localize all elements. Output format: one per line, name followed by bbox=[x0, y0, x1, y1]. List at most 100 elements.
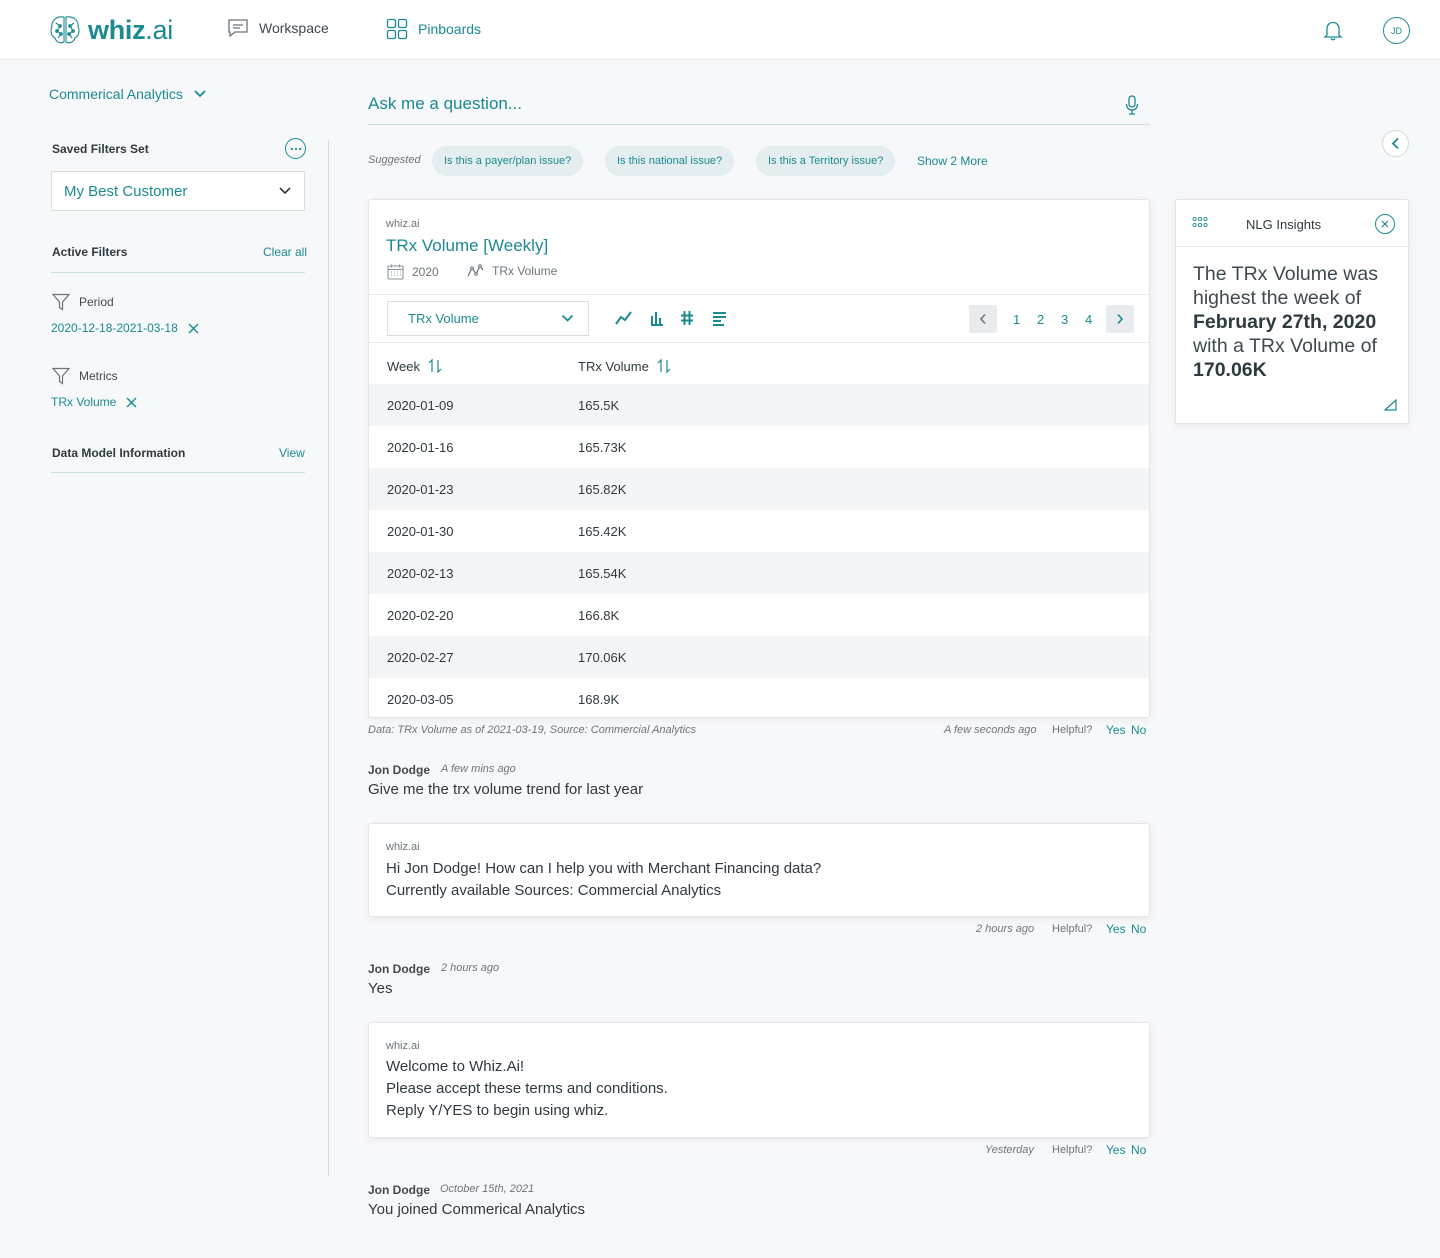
next-page-button[interactable] bbox=[1106, 305, 1134, 333]
text-list-icon[interactable] bbox=[712, 310, 727, 326]
show-more-link[interactable]: Show 2 More bbox=[917, 154, 988, 168]
helpful-yes-button[interactable]: Yes bbox=[1106, 1143, 1126, 1157]
remove-filter-button[interactable] bbox=[188, 323, 199, 334]
cell-week: 2020-03-05 bbox=[387, 691, 454, 707]
close-panel-button[interactable] bbox=[1375, 214, 1395, 234]
cell-trx-volume: 165.5K bbox=[578, 397, 620, 413]
logo-suffix: .ai bbox=[145, 14, 173, 45]
helpful-yes-button[interactable]: Yes bbox=[1106, 922, 1126, 936]
table-row: 2020-01-30 165.42K bbox=[369, 510, 1149, 552]
logo-text: whiz.ai bbox=[88, 15, 173, 46]
filter-metrics-chip: TRx Volume bbox=[51, 395, 137, 409]
table-row: 2020-02-13 165.54K bbox=[369, 552, 1149, 594]
filter-period-chip: 2020-12-18-2021-03-18 bbox=[51, 321, 199, 335]
helpful-no-button[interactable]: No bbox=[1131, 922, 1146, 936]
cell-trx-volume: 166.8K bbox=[578, 607, 620, 623]
helpful-no-button[interactable]: No bbox=[1131, 723, 1146, 737]
data-footnote: Data: TRx Volume as of 2021-03-19, Sourc… bbox=[368, 724, 697, 736]
data-model-view-link[interactable]: View bbox=[279, 446, 305, 460]
filter-period-label: Period bbox=[79, 295, 114, 309]
system-message: You joined Commerical Analytics bbox=[368, 1201, 586, 1218]
cell-week: 2020-01-23 bbox=[387, 481, 454, 497]
logo[interactable]: whiz.ai bbox=[48, 14, 173, 46]
nav-workspace-label: Workspace bbox=[259, 20, 329, 36]
bot-source: whiz.ai bbox=[386, 1040, 420, 1052]
remove-filter-button[interactable] bbox=[126, 397, 137, 408]
bot-message-card: whiz.ai Hi Jon Dodge! How can I help you… bbox=[368, 823, 1150, 917]
cell-trx-volume: 165.82K bbox=[578, 481, 627, 497]
column-header-trx-volume[interactable]: TRx Volume bbox=[578, 358, 671, 374]
more-options-button[interactable] bbox=[285, 138, 306, 159]
table-row: 2020-01-16 165.73K bbox=[369, 426, 1149, 468]
page-3[interactable]: 3 bbox=[1061, 312, 1068, 327]
nlg-insight-text: The TRx Volume was highest the week of F… bbox=[1193, 262, 1398, 382]
data-model-label: Data Model Information bbox=[52, 446, 186, 460]
page-2[interactable]: 2 bbox=[1037, 312, 1044, 327]
ellipsis-icon bbox=[290, 147, 301, 150]
user-message: Give me the trx volume trend for last ye… bbox=[368, 781, 644, 798]
grid-icon bbox=[386, 18, 408, 40]
nlg-highlight-value: 170.06K bbox=[1193, 359, 1267, 381]
message-time: 2 hours ago bbox=[441, 962, 500, 974]
nlg-title: NLG Insights bbox=[1246, 217, 1322, 232]
cell-trx-volume: 165.73K bbox=[578, 439, 627, 455]
result-title[interactable]: TRx Volume [Weekly] bbox=[386, 236, 548, 256]
bar-chart-icon[interactable] bbox=[650, 310, 664, 326]
close-icon bbox=[1381, 220, 1389, 228]
cell-week: 2020-01-16 bbox=[387, 439, 454, 455]
nlg-header: NLG Insights bbox=[1176, 200, 1410, 247]
divider bbox=[369, 294, 1149, 295]
previous-page-button[interactable] bbox=[969, 305, 997, 333]
result-year-label: 2020 bbox=[412, 265, 439, 279]
funnel-icon bbox=[52, 293, 70, 311]
user-message: Yes bbox=[368, 980, 393, 997]
suggestion-chip[interactable]: Is this a Territory issue? bbox=[756, 146, 896, 176]
table-row: 2020-02-20 166.8K bbox=[369, 594, 1149, 636]
calendar-icon bbox=[387, 264, 404, 280]
suggestion-chip[interactable]: Is this a payer/plan issue? bbox=[432, 146, 584, 176]
avatar[interactable]: JD bbox=[1383, 17, 1410, 44]
filter-metrics-label: Metrics bbox=[79, 369, 118, 383]
helpful-label: Helpful? bbox=[1052, 1144, 1093, 1156]
microphone-icon[interactable] bbox=[1125, 95, 1139, 115]
nav-pinboards[interactable]: Pinboards bbox=[386, 18, 481, 40]
line-chart-icon[interactable] bbox=[615, 310, 633, 326]
resize-corner-icon[interactable] bbox=[1384, 399, 1397, 411]
result-source: whiz.ai bbox=[386, 218, 420, 230]
metric-select[interactable]: TRx Volume bbox=[387, 301, 589, 336]
timestamp: Yesterday bbox=[985, 1144, 1034, 1156]
pivot-table-icon[interactable] bbox=[680, 310, 694, 326]
nav-workspace[interactable]: Workspace bbox=[227, 18, 329, 38]
chevron-down-icon bbox=[194, 90, 206, 98]
suggested-label: Suggested bbox=[368, 154, 421, 166]
helpful-yes-button[interactable]: Yes bbox=[1106, 723, 1126, 737]
question-input[interactable] bbox=[368, 86, 1108, 122]
result-metric: TRx Volume bbox=[467, 264, 557, 278]
helpful-label: Helpful? bbox=[1052, 923, 1093, 935]
data-source-select[interactable]: Commerical Analytics bbox=[49, 86, 207, 102]
filter-period-title: Period bbox=[52, 293, 114, 311]
column-header-week[interactable]: Week bbox=[387, 358, 442, 374]
result-year: 2020 bbox=[387, 264, 439, 280]
logo-word: whiz bbox=[88, 14, 146, 45]
result-metric-label: TRx Volume bbox=[492, 264, 558, 278]
chevron-right-icon bbox=[1117, 313, 1124, 325]
suggestion-chip[interactable]: Is this national issue? bbox=[605, 146, 735, 176]
cell-week: 2020-02-20 bbox=[387, 607, 454, 623]
bot-message-line: Welcome to Whiz.Ai! bbox=[386, 1058, 525, 1075]
cell-week: 2020-02-27 bbox=[387, 649, 454, 665]
table-row: 2020-01-09 165.5K bbox=[369, 384, 1149, 426]
saved-filter-dropdown[interactable]: My Best Customer bbox=[51, 171, 305, 211]
collapse-panel-button[interactable] bbox=[1382, 130, 1409, 157]
message-author: Jon Dodge bbox=[368, 1183, 430, 1197]
helpful-no-button[interactable]: No bbox=[1131, 1143, 1146, 1157]
page-4[interactable]: 4 bbox=[1085, 312, 1092, 327]
bell-icon[interactable] bbox=[1322, 19, 1344, 41]
message-author: Jon Dodge bbox=[368, 962, 430, 976]
page-1[interactable]: 1 bbox=[1013, 312, 1020, 327]
clear-all-button[interactable]: Clear all bbox=[263, 245, 307, 259]
message-author: Jon Dodge bbox=[368, 763, 430, 777]
data-table: 2020-01-09 165.5K 2020-01-16 165.73K 2020-… bbox=[369, 384, 1149, 717]
chevron-left-icon bbox=[1391, 137, 1399, 150]
divider bbox=[51, 272, 305, 273]
